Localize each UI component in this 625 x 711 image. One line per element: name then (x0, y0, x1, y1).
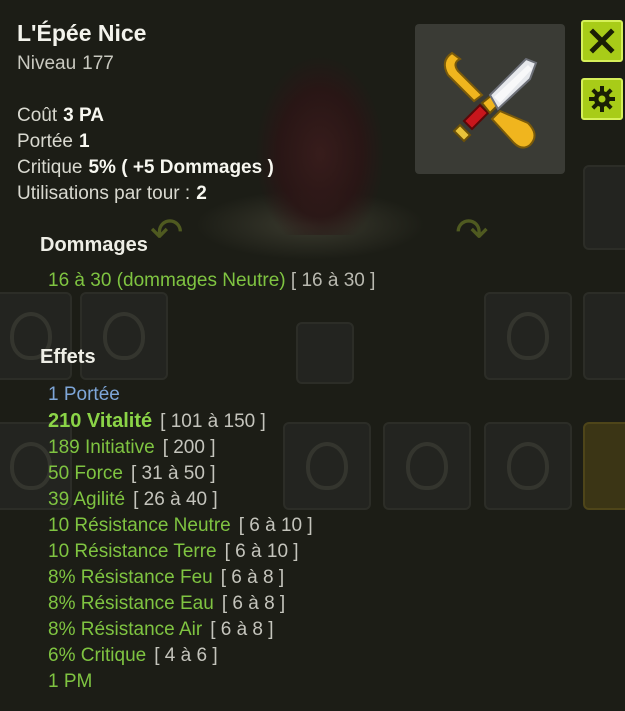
item-tooltip: L'Épée Nice Niveau 177 Coût 3 PA Portée 1 C… (0, 0, 625, 711)
effect-row: 1 Portée (48, 382, 313, 408)
effects-list: 1 Portée 210 Vitalité[ 101 à 150 ] 189 Ini… (48, 382, 313, 695)
effect-value: 39 Agilité (48, 489, 126, 510)
effect-range: [ 26 à 40 ] (133, 489, 218, 510)
effects-heading: Effets (40, 346, 96, 368)
close-button[interactable] (581, 20, 623, 62)
effect-value: 8% Résistance Air (48, 619, 203, 640)
effect-row: 6% Critique [ 4 à 6 ] (48, 643, 313, 669)
effect-row: 8% Résistance Eau [ 6 à 8 ] (48, 591, 313, 617)
weapon-stats: Coût 3 PA Portée 1 Critique 5% ( +5 Dommage… (17, 103, 274, 207)
effect-range: [ 4 à 6 ] (154, 645, 218, 666)
effect-range: [ 200 ] (162, 437, 216, 458)
effect-range: [ 6 à 8 ] (220, 567, 285, 588)
effect-row: 8% Résistance Feu [ 6 à 8 ] (48, 565, 313, 591)
effect-value: 10 Résistance Terre (48, 541, 217, 562)
stat-row: Critique 5% ( +5 Dommages ) (17, 157, 274, 178)
effect-range: [ 101 à 150 ] (160, 411, 266, 432)
effect-row: 10 Résistance Neutre [ 6 à 10 ] (48, 513, 313, 539)
settings-button[interactable] (581, 78, 623, 120)
close-icon (589, 28, 615, 54)
effect-row: 1 PM (48, 669, 313, 695)
sword-icon (443, 51, 538, 149)
effect-value: 189 Initiative (48, 437, 155, 458)
damage-line: 16 à 30 (dommages Neutre) [ 16 à 30 ] (48, 270, 376, 291)
stat-row: Coût 3 PA (17, 105, 104, 126)
stat-row: Utilisations par tour :2 (17, 183, 207, 204)
effect-range: [ 31 à 50 ] (130, 463, 216, 484)
effect-range: [ 6 à 8 ] (210, 619, 274, 640)
effect-row: 8% Résistance Air [ 6 à 8 ] (48, 617, 313, 643)
effect-value: 50 Force (48, 463, 123, 484)
effect-range: [ 6 à 8 ] (221, 593, 286, 614)
effect-row: 189 Initiative [ 200 ] (48, 435, 313, 461)
effect-value: 8% Résistance Eau (48, 593, 214, 614)
effect-row: 39 Agilité [ 26 à 40 ] (48, 487, 313, 513)
effect-value: 6% Critique (48, 645, 147, 666)
effect-value: 1 PM (48, 671, 93, 692)
effect-value: 210 Vitalité (48, 410, 153, 432)
effect-row: 210 Vitalité [ 101 à 150 ] (48, 408, 313, 435)
effect-row: 50 Force [ 31 à 50 ] (48, 461, 313, 487)
damage-heading: Dommages (40, 234, 148, 256)
effect-value: 1 Portée (48, 384, 120, 405)
item-level: Niveau 177 (17, 53, 114, 74)
gear-icon (589, 86, 615, 112)
stat-row: Portée 1 (17, 131, 90, 152)
effect-range: [ 6 à 10 ] (224, 541, 299, 562)
effect-value: 8% Résistance Feu (48, 567, 213, 588)
effect-value: 10 Résistance Neutre (48, 515, 231, 536)
effect-range: [ 6 à 10 ] (238, 515, 313, 536)
item-name: L'Épée Nice (17, 20, 147, 46)
effect-row: 10 Résistance Terre [ 6 à 10 ] (48, 539, 313, 565)
item-image-frame (415, 24, 565, 174)
